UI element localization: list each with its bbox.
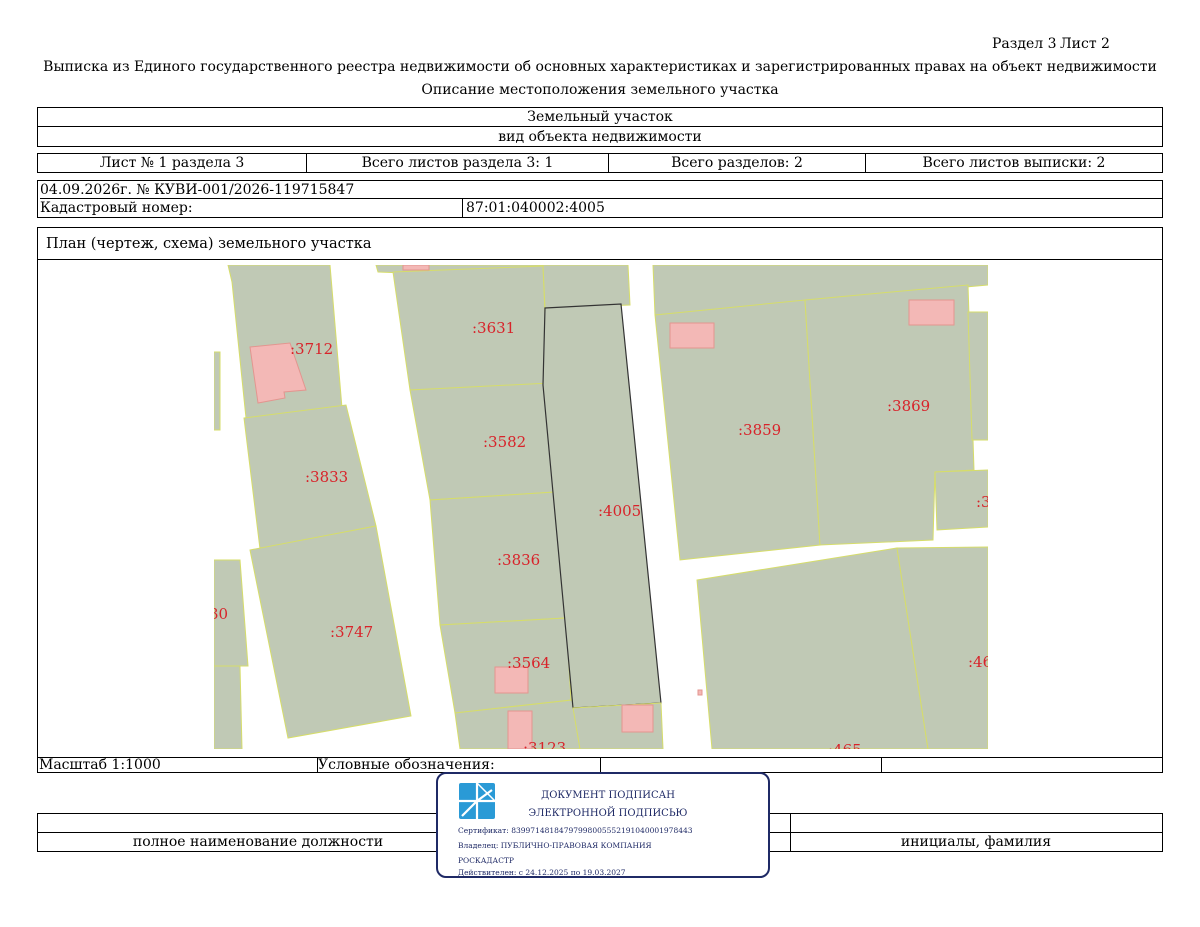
emblem-icon — [459, 782, 496, 819]
parcel-right-strip — [967, 311, 988, 441]
parcel-label: :4005 — [598, 502, 641, 520]
parcel-label: :3833 — [305, 468, 348, 486]
parcel-label: :3 — [976, 493, 991, 511]
building — [908, 299, 955, 326]
legend-row: Масштаб 1:1000 Условные обозначения: — [37, 757, 1163, 773]
parcel-label: 30 — [209, 605, 228, 623]
parcel-3631 — [392, 265, 549, 391]
stamp-line1: ДОКУМЕНТ ПОДПИСАН — [541, 790, 675, 801]
parcel-label: :3712 — [290, 340, 333, 358]
stamp-certificate: Сертификат: 8399714818479799800555219104… — [458, 826, 693, 835]
parcel-label: :3123 — [523, 739, 566, 757]
stamp-owner2: РОСКАДАСТР — [458, 856, 514, 865]
parcel-label: :3869 — [887, 397, 930, 415]
parcel-label: :46 — [968, 653, 992, 671]
building — [621, 704, 654, 733]
building — [669, 322, 715, 349]
parcel-465 — [696, 547, 929, 749]
position-caption: полное наименование должности — [132, 834, 384, 850]
scale-label: Масштаб 1:1000 — [39, 757, 161, 773]
parcel-label: :3582 — [483, 433, 526, 451]
legend-symbols-label: Условные обозначения: — [317, 757, 600, 773]
stamp-valid: Действителен: с 24.12.2025 по 19.03.2027 — [458, 868, 626, 877]
building — [402, 265, 430, 271]
stamp-owner: Владелец: ПУБЛИЧНО-ПРАВОВАЯ КОМПАНИЯ — [458, 841, 652, 850]
parcel-3564 — [439, 617, 572, 714]
parcel-label: :3631 — [472, 319, 515, 337]
parcel-left-strip — [214, 351, 221, 431]
parcel-label: :3859 — [738, 421, 781, 439]
parcel-left-bottom — [214, 665, 243, 749]
parcel-top-right-small — [542, 265, 631, 309]
name-caption: инициалы, фамилия — [900, 834, 1052, 850]
stamp-line2: ЭЛЕКТРОННОЙ ПОДПИСЬЮ — [528, 808, 688, 819]
parcel-label: :3747 — [330, 623, 373, 641]
building — [697, 689, 703, 696]
electronic-signature-stamp: ДОКУМЕНТ ПОДПИСАН ЭЛЕКТРОННОЙ ПОДПИСЬЮ С… — [436, 772, 770, 878]
parcel-label: :3836 — [497, 551, 540, 569]
parcel-label: :3564 — [507, 654, 550, 672]
